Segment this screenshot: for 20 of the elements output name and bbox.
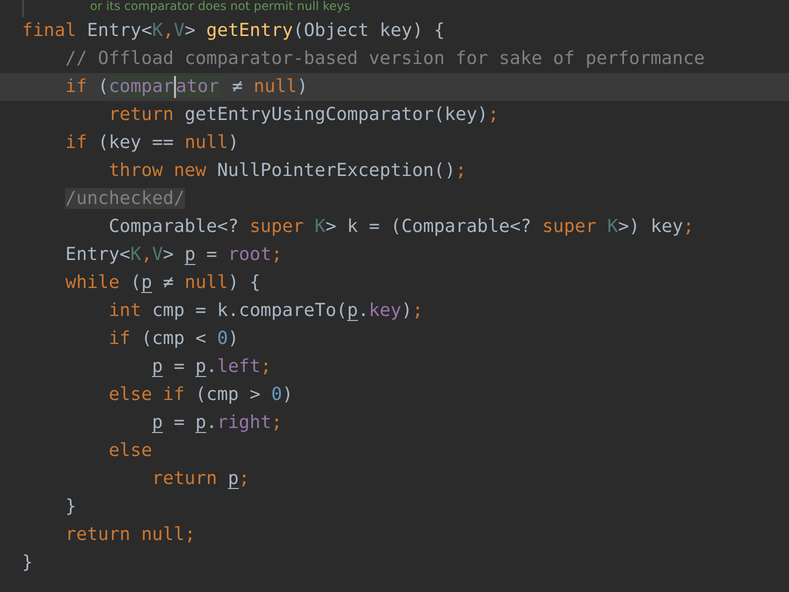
code-line: } — [22, 551, 33, 575]
code-line: } — [64, 495, 76, 519]
code-line: if (compar ator ≠ null) — [64, 75, 308, 99]
code-line: throw new NullPointerException(); — [108, 159, 466, 183]
code-line: else — [108, 439, 152, 463]
code-line: while (p ≠ null) { — [64, 271, 260, 295]
code-line: return p; — [151, 467, 250, 491]
code-line: if (key == null) — [64, 131, 239, 155]
code-line: // Offload comparator-based version for sake of performance — [64, 47, 705, 71]
code-line: Comparable<? super K> k = (Comparable<? super K>) key; — [108, 215, 694, 239]
code-line: else if (cmp > 0) — [108, 383, 293, 407]
code-line: p = p.right; — [151, 411, 282, 435]
code-line: if (cmp < 0) — [108, 327, 239, 351]
code-line: final Entry<K,V> getEntry(Object key) { — [22, 19, 445, 43]
code-line: int cmp = k.compareTo(p.key); — [108, 299, 424, 323]
code-line: return getEntryUsingComparator(key); — [108, 103, 499, 127]
doc-comment-text: or its comparator does not permit null keys — [90, 0, 350, 12]
code-line: p = p.left; — [151, 355, 272, 379]
code-line: return null; — [64, 523, 196, 547]
code-line: Entry<K,V> p = root; — [64, 243, 282, 267]
